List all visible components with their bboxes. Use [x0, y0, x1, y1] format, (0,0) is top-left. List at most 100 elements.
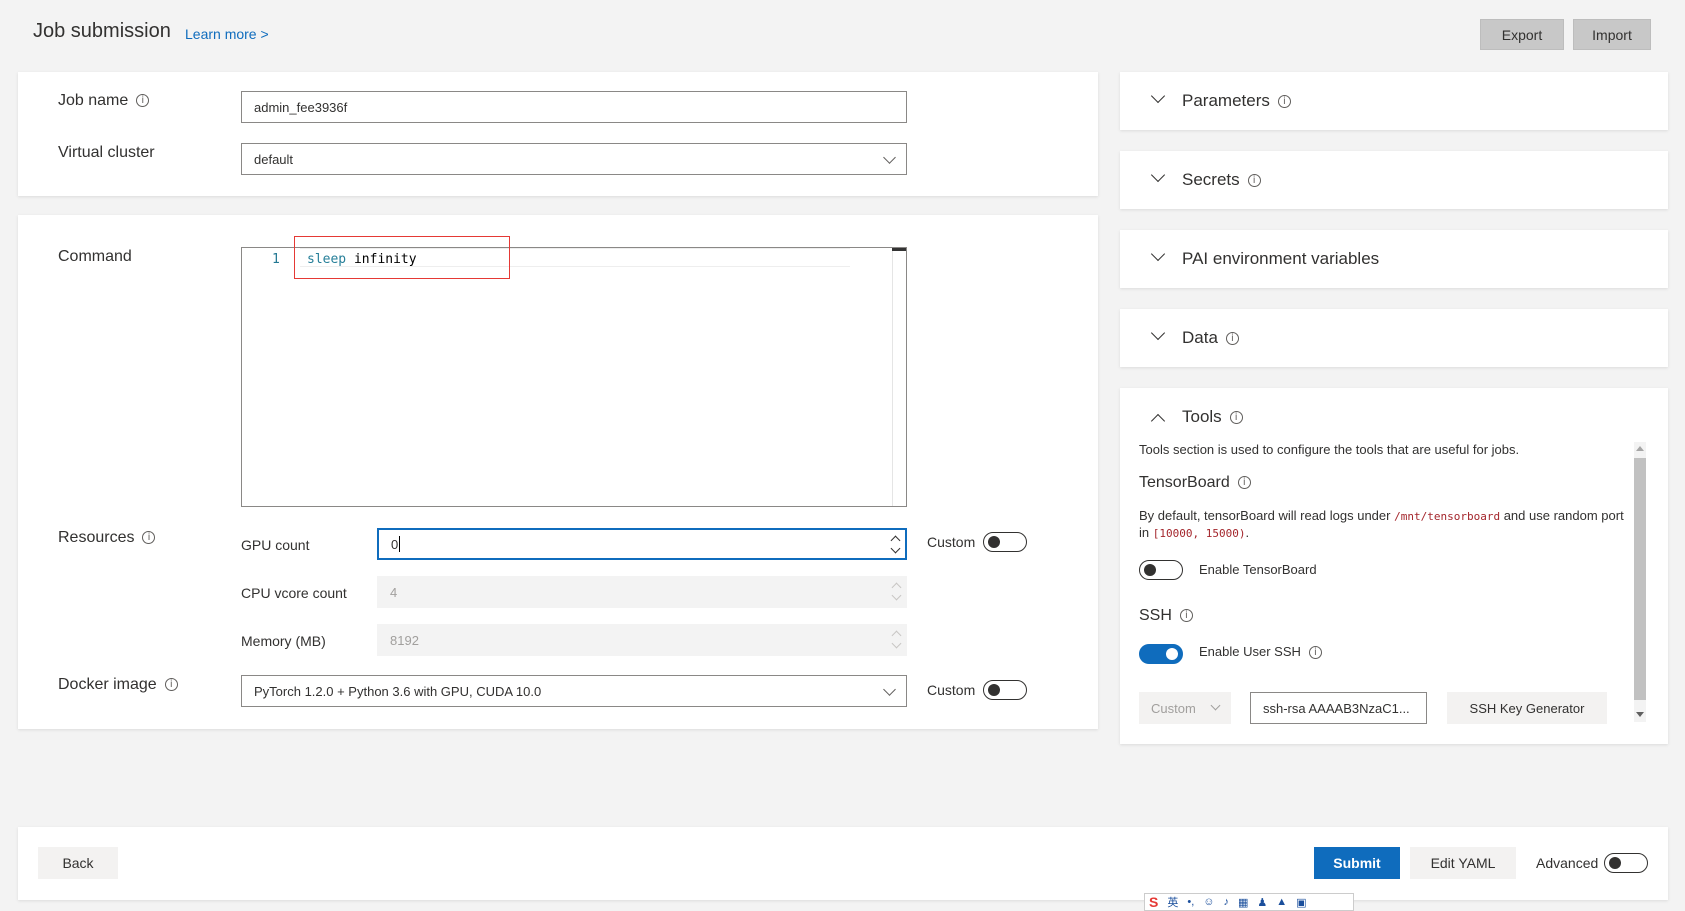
- command-label: Command: [58, 248, 132, 265]
- secrets-title: Secrets i: [1182, 170, 1261, 190]
- gpu-count-label: GPU count: [241, 537, 310, 553]
- info-icon[interactable]: i: [1308, 646, 1322, 660]
- text-cursor: [399, 536, 401, 552]
- virtual-cluster-dropdown[interactable]: default: [241, 143, 907, 175]
- info-icon[interactable]: i: [1179, 609, 1193, 623]
- tensorboard-title: TensorBoard i: [1139, 474, 1251, 492]
- enable-tensorboard-label: Enable TensorBoard: [1199, 562, 1317, 577]
- ime-toolbar: S 英 •, ☺ ♪ ▦ ♟ ▲ ▣: [1144, 893, 1354, 911]
- job-name-label: Job name i: [58, 92, 150, 110]
- cpu-vcore-value: 4: [390, 584, 398, 600]
- virtual-cluster-label: Virtual cluster: [58, 144, 155, 161]
- ime-voice-icon[interactable]: ♪: [1224, 896, 1230, 908]
- tensorboard-toggle[interactable]: [1139, 560, 1183, 580]
- tensorboard-description: By default, tensorBoard will read logs u…: [1139, 508, 1624, 540]
- memory-stepper: [890, 627, 902, 653]
- scroll-down-icon[interactable]: [1636, 712, 1644, 717]
- info-icon[interactable]: i: [1237, 476, 1251, 490]
- toggle-knob: [988, 536, 1000, 548]
- chevron-down-icon: [883, 151, 896, 164]
- ssh-key-type-dropdown: Custom: [1139, 692, 1231, 724]
- ime-user-icon[interactable]: ♟: [1257, 896, 1267, 909]
- info-icon[interactable]: i: [136, 94, 150, 108]
- info-icon[interactable]: i: [1229, 411, 1243, 425]
- data-panel[interactable]: Data i: [1120, 309, 1668, 367]
- ssh-key-generator-button[interactable]: SSH Key Generator: [1447, 692, 1607, 724]
- submit-button[interactable]: Submit: [1314, 847, 1400, 879]
- memory-input: 8192: [377, 624, 907, 656]
- chevron-up-icon[interactable]: [1150, 413, 1166, 429]
- toggle-knob: [988, 684, 1000, 696]
- info-icon[interactable]: i: [1247, 174, 1261, 188]
- info-icon[interactable]: i: [142, 531, 156, 545]
- memory-label: Memory (MB): [241, 633, 326, 649]
- docker-custom-label: Custom: [927, 682, 976, 698]
- docker-image-dropdown[interactable]: PyTorch 1.2.0 + Python 3.6 with GPU, CUD…: [241, 675, 907, 707]
- parameters-title: Parameters i: [1182, 91, 1291, 111]
- toggle-knob: [1609, 857, 1621, 869]
- chevron-down-icon: [891, 590, 902, 601]
- cpu-vcore-input: 4: [377, 576, 907, 608]
- chevron-down-icon: [883, 683, 896, 696]
- scroll-up-icon[interactable]: [1636, 446, 1644, 451]
- job-name-value: admin_fee3936f: [254, 99, 348, 115]
- ssh-title: SSH i: [1139, 607, 1193, 625]
- tensorboard-port-range: [10000, 15000): [1152, 527, 1246, 540]
- ime-menu-icon[interactable]: ▣: [1296, 896, 1306, 909]
- ime-logo-icon[interactable]: S: [1149, 894, 1158, 910]
- editor-line-number: 1: [272, 252, 280, 267]
- info-icon[interactable]: i: [1277, 95, 1291, 109]
- memory-value: 8192: [390, 632, 419, 648]
- export-button[interactable]: Export: [1480, 19, 1564, 50]
- toggle-knob: [1144, 564, 1156, 576]
- secrets-panel[interactable]: Secrets i: [1120, 151, 1668, 209]
- edit-yaml-button[interactable]: Edit YAML: [1410, 847, 1516, 879]
- import-button[interactable]: Import: [1573, 19, 1651, 50]
- gpu-count-stepper[interactable]: [889, 532, 901, 558]
- highlight-annotation-box: [294, 236, 510, 279]
- page-title: Job submission: [33, 20, 171, 42]
- cpu-vcore-label: CPU vcore count: [241, 585, 347, 601]
- ime-emoji-icon[interactable]: ☺: [1203, 896, 1214, 908]
- chevron-down-icon[interactable]: [1150, 88, 1166, 104]
- tensorboard-path: /mnt/tensorboard: [1394, 510, 1501, 523]
- chevron-down-icon[interactable]: [890, 543, 901, 554]
- resources-custom-toggle[interactable]: [983, 532, 1027, 552]
- learn-more-link[interactable]: Learn more >: [185, 26, 269, 42]
- pai-env-panel[interactable]: PAI environment variables: [1120, 230, 1668, 288]
- ssh-key-input[interactable]: ssh-rsa AAAAB3NzaC1...: [1250, 692, 1427, 724]
- chevron-down-icon[interactable]: [1150, 167, 1166, 183]
- docker-image-label: Docker image i: [58, 676, 178, 694]
- tools-panel: Tools i Tools section is used to configur…: [1120, 388, 1668, 744]
- pai-env-title: PAI environment variables: [1182, 249, 1380, 268]
- tools-scrollbar[interactable]: [1634, 442, 1646, 722]
- enable-user-ssh-label: Enable User SSH i: [1199, 644, 1322, 660]
- gpu-count-value: 0: [391, 536, 399, 552]
- ime-language-icon[interactable]: 英: [1167, 894, 1178, 910]
- resources-label: Resources i: [58, 529, 156, 547]
- back-button[interactable]: Back: [38, 847, 118, 879]
- info-icon[interactable]: i: [164, 678, 178, 692]
- ime-skin-icon[interactable]: ▲: [1276, 896, 1287, 908]
- tools-description: Tools section is used to configure the t…: [1139, 442, 1520, 457]
- gpu-count-input[interactable]: 0: [377, 528, 907, 560]
- resources-custom-label: Custom: [927, 534, 976, 550]
- docker-image-value: PyTorch 1.2.0 + Python 3.6 with GPU, CUD…: [254, 683, 542, 699]
- scrollbar-thumb[interactable]: [1634, 458, 1646, 700]
- ssh-toggle[interactable]: [1139, 644, 1183, 664]
- tools-title: Tools i: [1182, 407, 1243, 427]
- ssh-key-value: ssh-rsa AAAAB3NzaC1...: [1263, 700, 1410, 716]
- action-bar: Back Submit Edit YAML Advanced: [18, 827, 1668, 900]
- advanced-toggle[interactable]: [1604, 853, 1648, 873]
- toggle-knob: [1166, 648, 1178, 660]
- job-name-input[interactable]: admin_fee3936f: [241, 91, 907, 123]
- chevron-down-icon[interactable]: [1150, 246, 1166, 262]
- editor-scrollbar[interactable]: [892, 248, 906, 506]
- ime-punctuation-icon[interactable]: •,: [1187, 896, 1194, 908]
- chevron-down-icon[interactable]: [1150, 325, 1166, 341]
- info-icon[interactable]: i: [1225, 332, 1239, 346]
- parameters-panel[interactable]: Parameters i: [1120, 72, 1668, 130]
- docker-custom-toggle[interactable]: [983, 680, 1027, 700]
- command-editor[interactable]: 1 sleep infinity: [241, 247, 907, 507]
- ime-keyboard-icon[interactable]: ▦: [1238, 896, 1248, 909]
